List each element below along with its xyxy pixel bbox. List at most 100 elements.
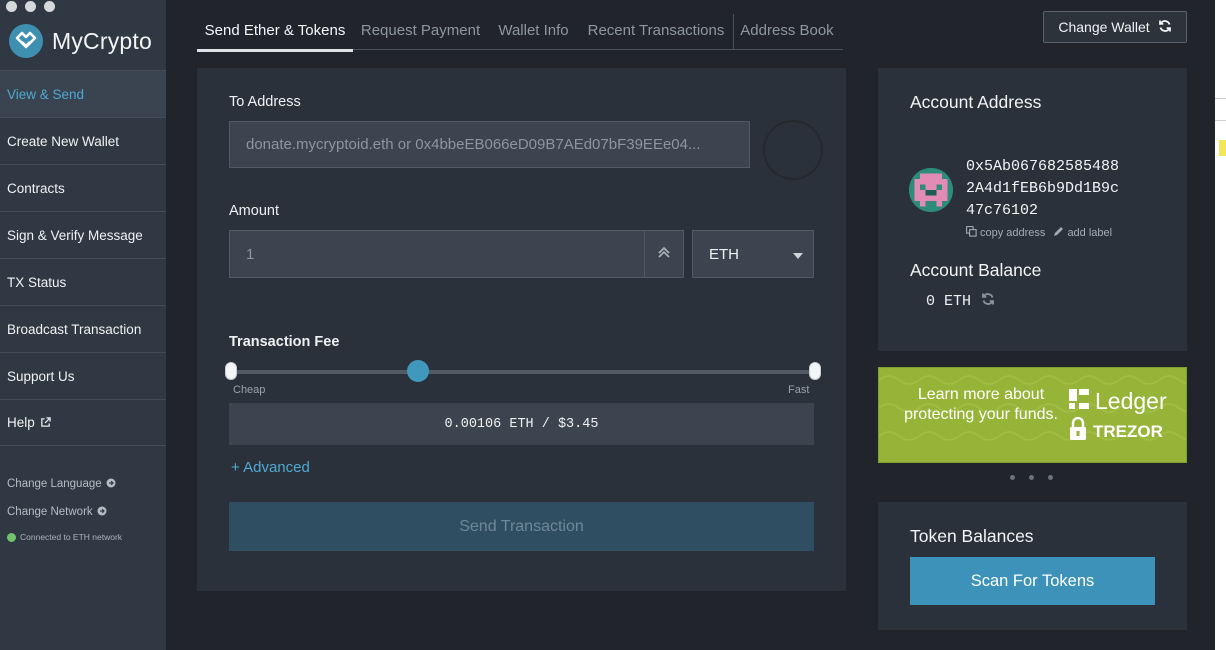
fee-summary: 0.00106 ETH / $3.45 bbox=[229, 403, 814, 445]
sidebar-item-label: View & Send bbox=[7, 86, 85, 102]
transaction-fee-label: Transaction Fee bbox=[229, 334, 340, 350]
token-balances-panel: Token Balances Scan For Tokens bbox=[878, 502, 1187, 630]
fee-slider-handle[interactable] bbox=[407, 360, 430, 382]
tab-send-ether-tokens[interactable]: Send Ether & Tokens bbox=[197, 14, 353, 52]
address-line: 47c76102 bbox=[966, 202, 1039, 219]
token-balances-title: Token Balances bbox=[910, 526, 1034, 546]
caret-down-icon bbox=[793, 246, 803, 263]
to-address-label: To Address bbox=[229, 94, 301, 110]
sidebar-nav: View & Send Create New Wallet Contracts … bbox=[0, 70, 166, 446]
trezor-name: TREZOR bbox=[1093, 421, 1163, 441]
add-label-label: add label bbox=[1067, 227, 1113, 239]
settings-links: Change Language Change Network bbox=[7, 470, 116, 526]
pencil-icon bbox=[1053, 226, 1064, 240]
send-transaction-label: Send Transaction bbox=[459, 517, 584, 535]
change-network-label: Change Network bbox=[7, 506, 93, 518]
sidebar-item-tx-status[interactable]: TX Status bbox=[0, 258, 166, 305]
trezor-brand: TREZOR bbox=[1069, 416, 1163, 446]
fee-slider-min-stop bbox=[225, 362, 237, 380]
carousel-dot[interactable] bbox=[1010, 475, 1015, 480]
sidebar-item-contracts[interactable]: Contracts bbox=[0, 164, 166, 211]
to-address-placeholder: donate.mycryptoid.eth or 0x4bbeEB066eD09… bbox=[246, 136, 701, 153]
change-language-link[interactable]: Change Language bbox=[7, 470, 116, 498]
account-address-title: Account Address bbox=[910, 92, 1042, 112]
close-window-button[interactable] bbox=[6, 1, 17, 12]
tab-bar: Send Ether & Tokens Request Payment Wall… bbox=[197, 14, 843, 52]
address-actions: copy address add label bbox=[966, 226, 1112, 240]
balance-value: 0 ETH bbox=[926, 293, 972, 310]
unit-selected: ETH bbox=[709, 245, 739, 263]
sidebar-item-label: Create New Wallet bbox=[7, 133, 120, 149]
refresh-balance-icon[interactable] bbox=[981, 292, 995, 311]
sidebar-item-label: Help bbox=[7, 415, 35, 430]
background-window-edge bbox=[1215, 0, 1226, 650]
change-wallet-button[interactable]: Change Wallet bbox=[1043, 11, 1187, 43]
unit-dropdown[interactable]: ETH bbox=[692, 230, 814, 278]
window-controls bbox=[6, 1, 55, 12]
change-language-label: Change Language bbox=[7, 478, 102, 490]
sidebar-item-label: Contracts bbox=[7, 180, 65, 196]
sidebar-item-broadcast[interactable]: Broadcast Transaction bbox=[0, 305, 166, 352]
promo-text: Learn more about protecting your funds. bbox=[904, 386, 1058, 423]
copy-address-button[interactable]: copy address bbox=[966, 226, 1045, 240]
account-balance: 0 ETH bbox=[926, 292, 995, 311]
address-line: 2A4d1fEB6b9Dd1B9c bbox=[966, 180, 1120, 197]
account-balance-title: Account Balance bbox=[910, 260, 1042, 280]
minimize-window-button[interactable] bbox=[25, 1, 36, 12]
sidebar-item-support[interactable]: Support Us bbox=[0, 352, 166, 399]
fee-cheap-label: Cheap bbox=[233, 384, 266, 396]
account-identicon bbox=[909, 168, 953, 212]
to-address-input[interactable]: donate.mycryptoid.eth or 0x4bbeEB066eD09… bbox=[229, 121, 750, 168]
sidebar-item-label: Sign & Verify Message bbox=[7, 227, 143, 243]
copy-icon bbox=[966, 226, 977, 240]
hardware-wallet-promo[interactable]: Learn more about protecting your funds. … bbox=[878, 367, 1187, 463]
address-identicon-placeholder bbox=[763, 120, 823, 180]
amount-input[interactable]: 1 bbox=[229, 230, 645, 278]
fee-slider-max-stop bbox=[809, 362, 821, 380]
sidebar-item-create-wallet[interactable]: Create New Wallet bbox=[0, 117, 166, 164]
mycrypto-logo-icon bbox=[9, 24, 43, 58]
fee-slider-track[interactable] bbox=[231, 370, 816, 374]
sidebar-item-label: Broadcast Transaction bbox=[7, 321, 142, 337]
copy-address-label: copy address bbox=[980, 227, 1046, 239]
tab-wallet-info[interactable]: Wallet Info bbox=[488, 14, 579, 49]
amount-label: Amount bbox=[229, 203, 279, 219]
double-chevron-up-icon bbox=[657, 245, 671, 264]
sidebar-item-view-send[interactable]: View & Send bbox=[0, 70, 166, 117]
tab-request-payment[interactable]: Request Payment bbox=[353, 14, 488, 49]
send-everything-button[interactable] bbox=[644, 230, 684, 278]
sidebar-item-help[interactable]: Help bbox=[0, 399, 166, 446]
account-address: 0x5Ab067682585488 2A4d1fEB6b9Dd1B9c 47c7… bbox=[966, 156, 1119, 222]
network-status: Connected to ETH network bbox=[7, 532, 122, 542]
ledger-name: Ledger bbox=[1095, 388, 1167, 414]
divider bbox=[1215, 98, 1226, 99]
lock-icon bbox=[1069, 416, 1087, 446]
sidebar-item-label: TX Status bbox=[7, 274, 67, 290]
tab-recent-transactions[interactable]: Recent Transactions bbox=[579, 14, 733, 49]
zoom-window-button[interactable] bbox=[44, 1, 55, 12]
promo-carousel-dots bbox=[1010, 475, 1053, 480]
status-dot-icon bbox=[7, 532, 16, 542]
carousel-dot[interactable] bbox=[1029, 475, 1034, 480]
network-status-text: Connected to ETH network bbox=[20, 532, 123, 542]
refresh-icon bbox=[1158, 19, 1172, 36]
fee-fast-label: Fast bbox=[788, 384, 810, 396]
tab-address-book[interactable]: Address Book bbox=[734, 14, 840, 49]
scan-for-tokens-label: Scan For Tokens bbox=[970, 571, 1095, 590]
sidebar-item-sign-verify[interactable]: Sign & Verify Message bbox=[0, 211, 166, 258]
send-panel: To Address donate.mycryptoid.eth or 0x4b… bbox=[197, 68, 846, 591]
external-link-icon bbox=[40, 417, 51, 428]
amount-placeholder: 1 bbox=[246, 245, 255, 263]
sidebar: MyCrypto View & Send Create New Wallet C… bbox=[0, 0, 166, 650]
scan-for-tokens-button[interactable]: Scan For Tokens bbox=[910, 557, 1155, 605]
change-network-link[interactable]: Change Network bbox=[7, 498, 116, 526]
send-transaction-button[interactable]: Send Transaction bbox=[229, 502, 814, 551]
divider bbox=[1215, 120, 1226, 121]
ledger-logo-icon bbox=[1069, 388, 1089, 415]
advanced-toggle-link[interactable]: + Advanced bbox=[231, 459, 310, 476]
carousel-dot[interactable] bbox=[1048, 475, 1053, 480]
arrow-circle-right-icon bbox=[97, 506, 107, 519]
address-line: 0x5Ab067682585488 bbox=[966, 158, 1120, 175]
app-logo[interactable]: MyCrypto bbox=[9, 24, 152, 58]
add-label-button[interactable]: add label bbox=[1053, 226, 1112, 240]
